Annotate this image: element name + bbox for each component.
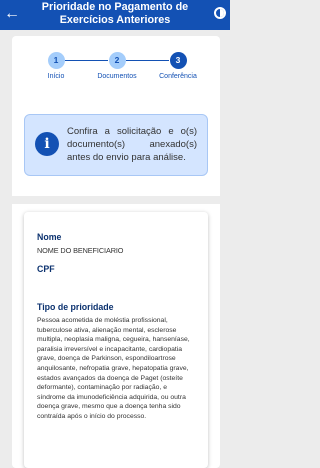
step-number: 1 [47,52,65,69]
step-documentos[interactable]: 2 Documentos [87,52,147,80]
name-value: NOME DO BENEFICIARIO [37,246,124,255]
step-label: Início [47,73,65,80]
contrast-toggle-icon[interactable] [214,7,226,19]
step-label: Conferência [159,73,197,80]
main-panel: 1 Início 2 Documentos 3 Conferência i Co… [12,36,220,468]
step-conferencia[interactable]: 3 Conferência [148,52,208,80]
priority-type-label: Tipo de prioridade [37,302,114,312]
info-icon: i [35,132,59,156]
step-number: 3 [169,52,187,69]
name-label: Nome [37,232,62,242]
priority-type-value: Pessoa acometida de moléstia profissiona… [37,317,190,420]
section-divider [12,196,220,204]
info-alert: i Confira a solicitação e o(s) documento… [24,114,208,176]
cpf-label: CPF [37,264,55,274]
step-label: Documentos [97,73,137,80]
request-summary-card: Nome NOME DO BENEFICIARIO CPF Tipo de pr… [24,212,208,468]
alert-message: Confira a solicitação e o(s) documento(s… [67,126,197,163]
app-header: ← Prioridade no Pagamento de Exercícios … [0,0,230,30]
back-arrow-icon[interactable]: ← [4,6,20,22]
page-title: Prioridade no Pagamento de Exercícios An… [41,1,189,26]
step-inicio[interactable]: 1 Início [26,52,86,80]
step-number: 2 [108,52,126,69]
